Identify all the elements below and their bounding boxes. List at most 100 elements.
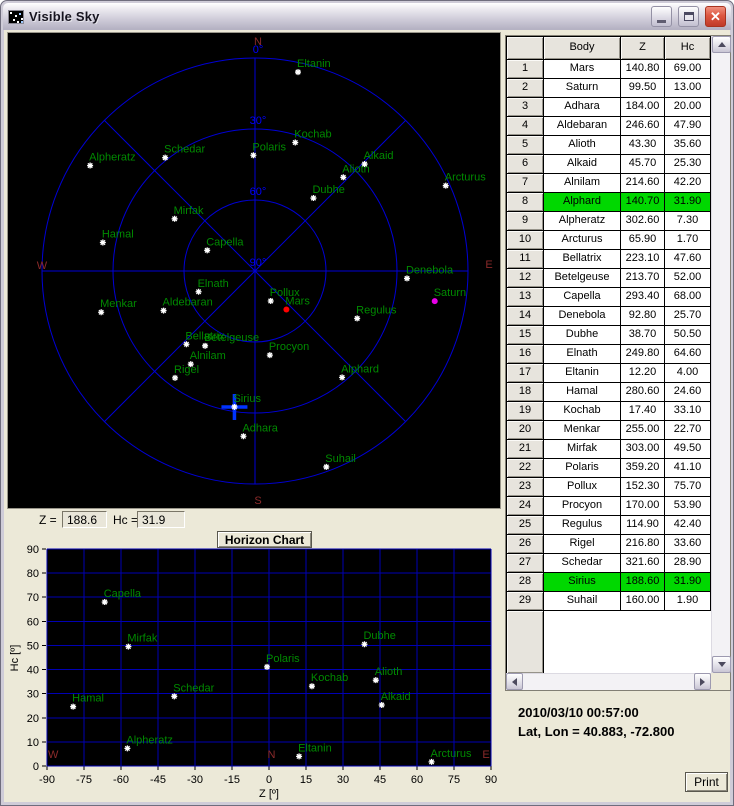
hc-cell[interactable]: 64.60	[665, 345, 711, 364]
sky-body-menkar[interactable]: Menkar	[98, 298, 137, 315]
body-cell[interactable]: Hamal	[544, 383, 621, 402]
sky-body-saturn[interactable]: Saturn	[432, 287, 466, 304]
body-cell[interactable]: Bellatrix	[544, 250, 621, 269]
vertical-scrollbar[interactable]	[711, 36, 730, 673]
table-row-dubhe[interactable]: 15Dubhe38.7050.50	[507, 326, 711, 345]
row-number[interactable]: 3	[507, 98, 544, 117]
z-cell[interactable]: 170.00	[621, 497, 665, 516]
z-cell[interactable]: 293.40	[621, 288, 665, 307]
row-number[interactable]: 19	[507, 402, 544, 421]
sky-chart[interactable]: 0°30°60°90° N S W E MarsSaturnAdharaAlde…	[7, 32, 501, 509]
row-number[interactable]: 18	[507, 383, 544, 402]
sky-body-alioth[interactable]: Alioth	[340, 163, 370, 180]
table-row-procyon[interactable]: 24Procyon170.0053.90	[507, 497, 711, 516]
z-cell[interactable]: 223.10	[621, 250, 665, 269]
z-cell[interactable]: 92.80	[621, 307, 665, 326]
hc-cell[interactable]: 20.00	[665, 98, 711, 117]
table-row-mirfak[interactable]: 21Mirfak303.0049.50	[507, 440, 711, 459]
body-cell[interactable]: Regulus	[544, 516, 621, 535]
sky-body-denebola[interactable]: Denebola	[404, 264, 454, 281]
sky-body-betelgeuse[interactable]: Betelgeuse	[202, 332, 259, 349]
row-number[interactable]: 17	[507, 364, 544, 383]
z-cell[interactable]: 45.70	[621, 155, 665, 174]
row-number[interactable]: 9	[507, 212, 544, 231]
sky-body-eltanin[interactable]: Eltanin	[295, 58, 331, 75]
row-number[interactable]: 27	[507, 554, 544, 573]
table-row-alphard[interactable]: 8Alphard140.7031.90	[507, 193, 711, 212]
body-cell[interactable]: Rigel	[544, 535, 621, 554]
z-cell[interactable]: 302.60	[621, 212, 665, 231]
body-cell[interactable]: Mirfak	[544, 440, 621, 459]
z-cell[interactable]: 114.90	[621, 516, 665, 535]
table-row-menkar[interactable]: 20Menkar255.0022.70	[507, 421, 711, 440]
table-row-regulus[interactable]: 25Regulus114.9042.40	[507, 516, 711, 535]
body-cell[interactable]: Procyon	[544, 497, 621, 516]
body-cell[interactable]: Denebola	[544, 307, 621, 326]
body-cell[interactable]: Capella	[544, 288, 621, 307]
row-number[interactable]: 1	[507, 60, 544, 79]
z-cell[interactable]: 184.00	[621, 98, 665, 117]
body-cell[interactable]: Alkaid	[544, 155, 621, 174]
body-cell[interactable]: Menkar	[544, 421, 621, 440]
table-row-rigel[interactable]: 26Rigel216.8033.60	[507, 535, 711, 554]
row-number[interactable]: 2	[507, 79, 544, 98]
z-cell[interactable]: 43.30	[621, 136, 665, 155]
hc-cell[interactable]: 52.00	[665, 269, 711, 288]
hc-cell[interactable]: 31.90	[665, 193, 711, 212]
z-cell[interactable]: 213.70	[621, 269, 665, 288]
sky-body-polaris[interactable]: Polaris	[250, 141, 286, 158]
sky-body-rigel[interactable]: Rigel	[172, 364, 199, 381]
body-cell[interactable]: Alioth	[544, 136, 621, 155]
body-cell[interactable]: Sirius	[544, 573, 621, 592]
sky-body-hamal[interactable]: Hamal	[100, 229, 134, 246]
table-row-saturn[interactable]: 2Saturn99.5013.00	[507, 79, 711, 98]
sky-body-capella[interactable]: Capella	[204, 236, 244, 253]
hc-cell[interactable]: 33.60	[665, 535, 711, 554]
hc-cell[interactable]: 33.10	[665, 402, 711, 421]
body-cell[interactable]: Schedar	[544, 554, 621, 573]
hc-cell[interactable]: 22.70	[665, 421, 711, 440]
header-hc[interactable]: Hc	[665, 37, 711, 60]
row-number[interactable]: 7	[507, 174, 544, 193]
body-cell[interactable]: Arcturus	[544, 231, 621, 250]
table-row-sirius[interactable]: 28Sirius188.6031.90	[507, 573, 711, 592]
table-row-kochab[interactable]: 19Kochab17.4033.10	[507, 402, 711, 421]
print-button[interactable]: Print	[685, 772, 728, 792]
row-number[interactable]: 8	[507, 193, 544, 212]
row-number[interactable]: 29	[507, 592, 544, 611]
body-cell[interactable]: Dubhe	[544, 326, 621, 345]
hc-cell[interactable]: 28.90	[665, 554, 711, 573]
table-row-bellatrix[interactable]: 11Bellatrix223.1047.60	[507, 250, 711, 269]
row-number[interactable]: 11	[507, 250, 544, 269]
body-cell[interactable]: Alphard	[544, 193, 621, 212]
body-cell[interactable]: Aldebaran	[544, 117, 621, 136]
table-row-denebola[interactable]: 14Denebola92.8025.70	[507, 307, 711, 326]
table-row-betelgeuse[interactable]: 12Betelgeuse213.7052.00	[507, 269, 711, 288]
row-number[interactable]: 20	[507, 421, 544, 440]
row-number[interactable]: 10	[507, 231, 544, 250]
z-cell[interactable]: 255.00	[621, 421, 665, 440]
hc-cell[interactable]: 35.60	[665, 136, 711, 155]
row-number[interactable]: 13	[507, 288, 544, 307]
table-row-alioth[interactable]: 5Alioth43.3035.60	[507, 136, 711, 155]
title-bar[interactable]: Visible Sky ✕	[3, 3, 731, 30]
table-row-hamal[interactable]: 18Hamal280.6024.60	[507, 383, 711, 402]
body-cell[interactable]: Eltanin	[544, 364, 621, 383]
hc-cell[interactable]: 24.60	[665, 383, 711, 402]
sky-body-mirfak[interactable]: Mirfak	[172, 205, 204, 222]
hc-value-field[interactable]: 31.9	[137, 511, 185, 528]
table-row-mars[interactable]: 1Mars140.8069.00	[507, 60, 711, 79]
z-cell[interactable]: 216.80	[621, 535, 665, 554]
z-cell[interactable]: 188.60	[621, 573, 665, 592]
hc-cell[interactable]: 75.70	[665, 478, 711, 497]
table-row-suhail[interactable]: 29Suhail160.001.90	[507, 592, 711, 611]
body-cell[interactable]: Alnilam	[544, 174, 621, 193]
sky-body-alpheratz[interactable]: Alpheratz	[87, 152, 135, 169]
hc-cell[interactable]: 13.00	[665, 79, 711, 98]
z-cell[interactable]: 214.60	[621, 174, 665, 193]
z-cell[interactable]: 280.60	[621, 383, 665, 402]
sky-body-alphard[interactable]: Alphard	[339, 363, 379, 380]
body-cell[interactable]: Suhail	[544, 592, 621, 611]
hc-cell[interactable]: 1.70	[665, 231, 711, 250]
table-row-alnilam[interactable]: 7Alnilam214.6042.20	[507, 174, 711, 193]
